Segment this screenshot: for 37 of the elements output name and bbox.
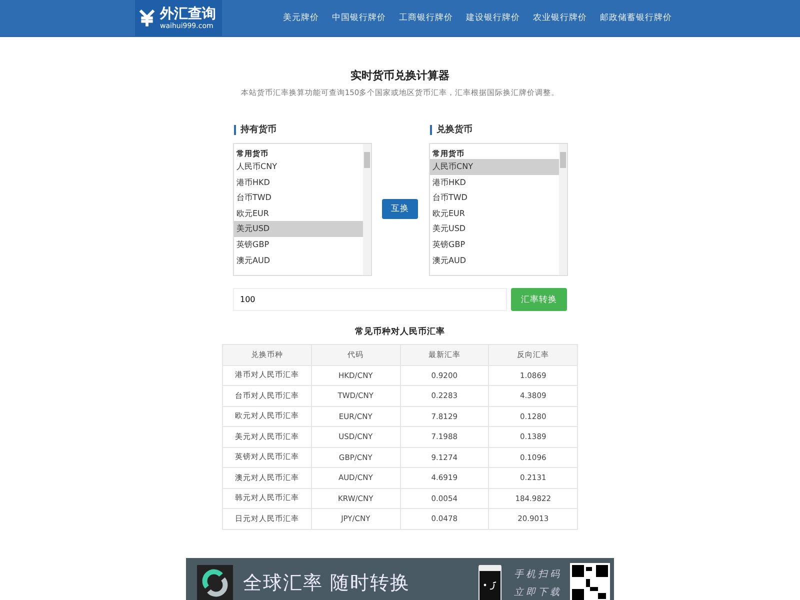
qr-code-icon	[570, 563, 610, 600]
nav-link[interactable]: 农业银行牌价	[533, 12, 587, 24]
currency-option[interactable]: 美元USD	[430, 221, 558, 237]
currency-option[interactable]: 欧元EUR	[430, 206, 558, 222]
nav-link[interactable]: 中国银行牌价	[332, 12, 386, 24]
scrollbar[interactable]	[558, 144, 566, 275]
section-heading: 兑换货币	[430, 125, 568, 135]
nav-link[interactable]: 建设银行牌价	[466, 12, 520, 24]
nav-link[interactable]: 邮政储蓄银行牌价	[600, 12, 672, 24]
currency-option[interactable]: 澳元AUD	[234, 252, 362, 268]
nav-link[interactable]: 工商银行牌价	[399, 12, 453, 24]
currency-option[interactable]: 人民币CNY	[430, 159, 558, 175]
banner-slogan: 全球汇率 随时转换	[243, 571, 410, 596]
page-title: 实时货币兑换计算器	[350, 68, 450, 83]
currency-option[interactable]: 人民币CNY	[234, 159, 362, 175]
table-title: 常见币种对人民币汇率	[355, 326, 445, 338]
section-heading: 持有货币	[234, 125, 372, 135]
currency-option[interactable]: 英镑GBP	[430, 236, 558, 253]
yen-icon	[137, 7, 157, 29]
currency-option[interactable]: 港币HKD	[430, 174, 558, 190]
currency-option[interactable]: 美元USD	[234, 221, 362, 237]
currency-option[interactable]: 台币TWD	[234, 190, 362, 206]
banner-text: 立即下载	[514, 586, 562, 598]
refresh-icon	[197, 565, 233, 600]
currency-option[interactable]: 台币TWD	[430, 190, 558, 206]
currency-option[interactable]: 欧元EUR	[234, 206, 362, 222]
currency-option[interactable]: 英镑GBP	[234, 236, 362, 253]
scrollbar[interactable]	[362, 144, 370, 275]
banner-text: 手机扫码	[514, 568, 562, 580]
phone-icon	[478, 564, 502, 600]
app-banner[interactable]: 全球汇率 随时转换 手机扫码 立即下载	[186, 558, 614, 600]
swap-button[interactable]: 互换	[382, 198, 418, 218]
amount-input[interactable]: 100	[233, 288, 507, 311]
currency-option[interactable]: 澳元AUD	[430, 252, 558, 268]
nav-link[interactable]: 美元牌价	[283, 12, 319, 24]
currency-option[interactable]: 港币HKD	[234, 174, 362, 190]
logo-text: 外汇查询	[160, 6, 216, 20]
